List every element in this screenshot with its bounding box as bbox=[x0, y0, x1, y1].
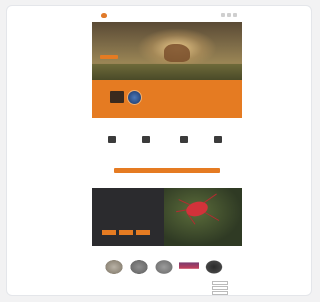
logo[interactable] bbox=[101, 12, 113, 18]
product-button[interactable] bbox=[212, 281, 228, 285]
nav-icons bbox=[92, 13, 237, 192]
product-image[interactable] bbox=[179, 259, 199, 275]
hero-dog-image bbox=[164, 44, 190, 62]
promo-band bbox=[92, 80, 242, 118]
feature-item bbox=[170, 136, 198, 145]
features-section bbox=[92, 118, 242, 188]
info-button[interactable] bbox=[119, 230, 133, 235]
preview-card bbox=[6, 5, 312, 296]
website-preview bbox=[92, 8, 242, 295]
product-image[interactable] bbox=[104, 259, 124, 275]
hero-banner bbox=[92, 22, 242, 80]
menu-icon[interactable] bbox=[233, 13, 237, 17]
product-button[interactable] bbox=[212, 291, 228, 295]
hero-field bbox=[92, 64, 242, 80]
search-icon[interactable] bbox=[221, 13, 225, 17]
info-button[interactable] bbox=[136, 230, 150, 235]
product-image[interactable] bbox=[204, 259, 224, 275]
product-box-image bbox=[110, 91, 124, 103]
paw-icon bbox=[101, 12, 107, 18]
tick-image bbox=[164, 188, 242, 246]
products-section bbox=[92, 246, 242, 295]
top-navigation bbox=[92, 8, 242, 192]
badge-icon bbox=[127, 90, 142, 105]
features-cta-bar[interactable] bbox=[114, 168, 220, 173]
hero-cta-button[interactable] bbox=[100, 55, 118, 59]
product-image[interactable] bbox=[129, 259, 149, 275]
feature-icon bbox=[108, 136, 116, 143]
cart-icon[interactable] bbox=[227, 13, 231, 17]
feature-item bbox=[204, 136, 232, 145]
feature-icon bbox=[180, 136, 188, 143]
feature-item bbox=[132, 136, 160, 145]
feature-item bbox=[98, 136, 126, 145]
product-image[interactable] bbox=[154, 259, 174, 275]
info-section bbox=[92, 188, 242, 246]
feature-icon bbox=[214, 136, 222, 143]
feature-icon bbox=[142, 136, 150, 143]
info-button[interactable] bbox=[102, 230, 116, 235]
product-button[interactable] bbox=[212, 286, 228, 290]
